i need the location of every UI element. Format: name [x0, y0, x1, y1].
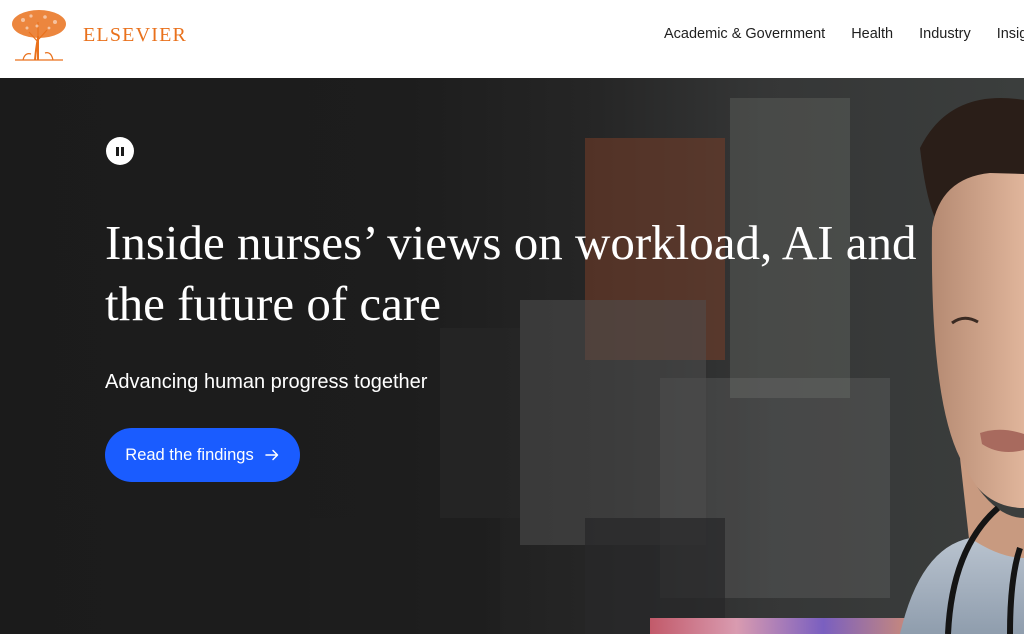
- background-tile: [585, 518, 725, 634]
- nav-item-health[interactable]: Health: [851, 26, 893, 42]
- pause-button[interactable]: [106, 137, 134, 165]
- brand-name: ELSEVIER: [83, 23, 188, 46]
- cta-label: Read the findings: [125, 445, 254, 464]
- read-the-findings-button[interactable]: Read the findings: [105, 428, 300, 482]
- background-tile: [520, 300, 706, 545]
- site-header: ELSEVIER Academic & Government Health In…: [0, 0, 1024, 78]
- background-tile: [440, 328, 520, 518]
- hero-headline: Inside nurses’ views on workload, AI and…: [105, 215, 917, 331]
- nav-item-academic-government[interactable]: Academic & Government: [664, 26, 825, 42]
- background-tile: [310, 518, 500, 634]
- pause-icon: [121, 146, 124, 156]
- nav-item-industry[interactable]: Industry: [919, 26, 971, 42]
- nav-item-insights[interactable]: Insights: [997, 26, 1024, 42]
- brand-logo[interactable]: ELSEVIER: [9, 8, 187, 62]
- hero-banner: Inside nurses’ views on workload, AI and…: [0, 78, 1024, 634]
- elsevier-tree-logo-icon: [12, 10, 66, 61]
- nurse-photo: [900, 98, 1024, 634]
- main-nav: Academic & Government Health Industry In…: [664, 26, 1024, 42]
- arrow-right-icon: [264, 449, 278, 461]
- pause-icon: [116, 146, 119, 156]
- hero-subheadline: Advancing human progress together: [105, 371, 428, 393]
